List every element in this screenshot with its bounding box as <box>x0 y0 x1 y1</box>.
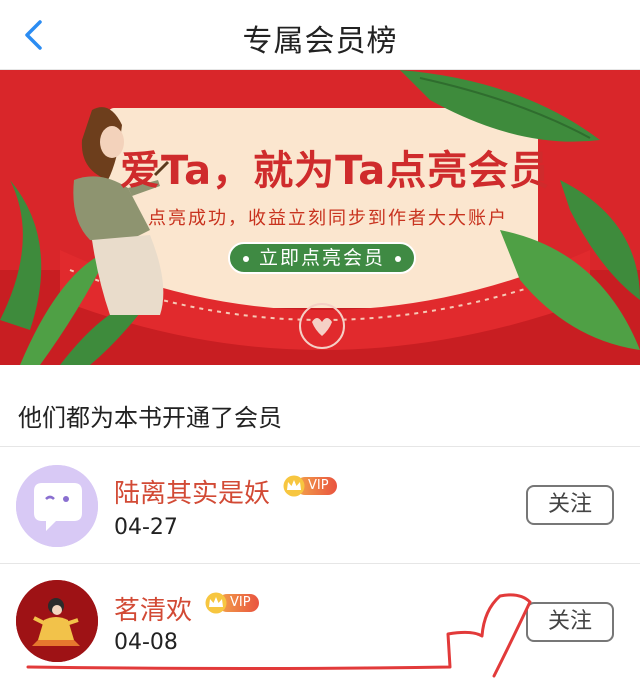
section-title: 他们都为本书开通了会员 <box>18 404 282 432</box>
banner-subline: 点亮成功，收益立刻同步到作者大大账户 <box>148 208 508 229</box>
follow-button[interactable]: 关注 <box>526 602 614 642</box>
cta-label: 立即点亮会员 <box>258 247 385 269</box>
page-title: 专属会员榜 <box>242 24 398 59</box>
member-row[interactable]: 陆离其实是妖 VIP 04-27 关注 <box>0 447 640 563</box>
member-date: 04-27 <box>114 515 178 540</box>
crown-icon <box>205 592 227 614</box>
follow-button[interactable]: 关注 <box>526 485 614 525</box>
member-name[interactable]: 陆离其实是妖 <box>114 473 270 510</box>
crown-icon <box>283 475 305 497</box>
avatar-image <box>16 580 98 662</box>
light-up-membership-button[interactable]: 立即点亮会员 <box>228 242 416 274</box>
nav-bar: 专属会员榜 <box>0 0 640 70</box>
promo-banner[interactable]: 爱Ta，就为Ta点亮会员 点亮成功，收益立刻同步到作者大大账户 立即点亮会员 <box>0 70 640 365</box>
member-date: 04-08 <box>114 630 178 655</box>
dot-icon <box>395 255 401 262</box>
avatar[interactable] <box>16 580 98 662</box>
member-row[interactable]: 茗清欢 VIP 04-08 关注 <box>0 564 640 680</box>
dot-icon <box>242 255 249 262</box>
member-name[interactable]: 茗清欢 <box>114 590 192 627</box>
banner-headline: 爱Ta，就为Ta点亮会员 <box>120 148 551 194</box>
avatar-image <box>16 465 98 547</box>
avatar[interactable] <box>16 465 98 547</box>
